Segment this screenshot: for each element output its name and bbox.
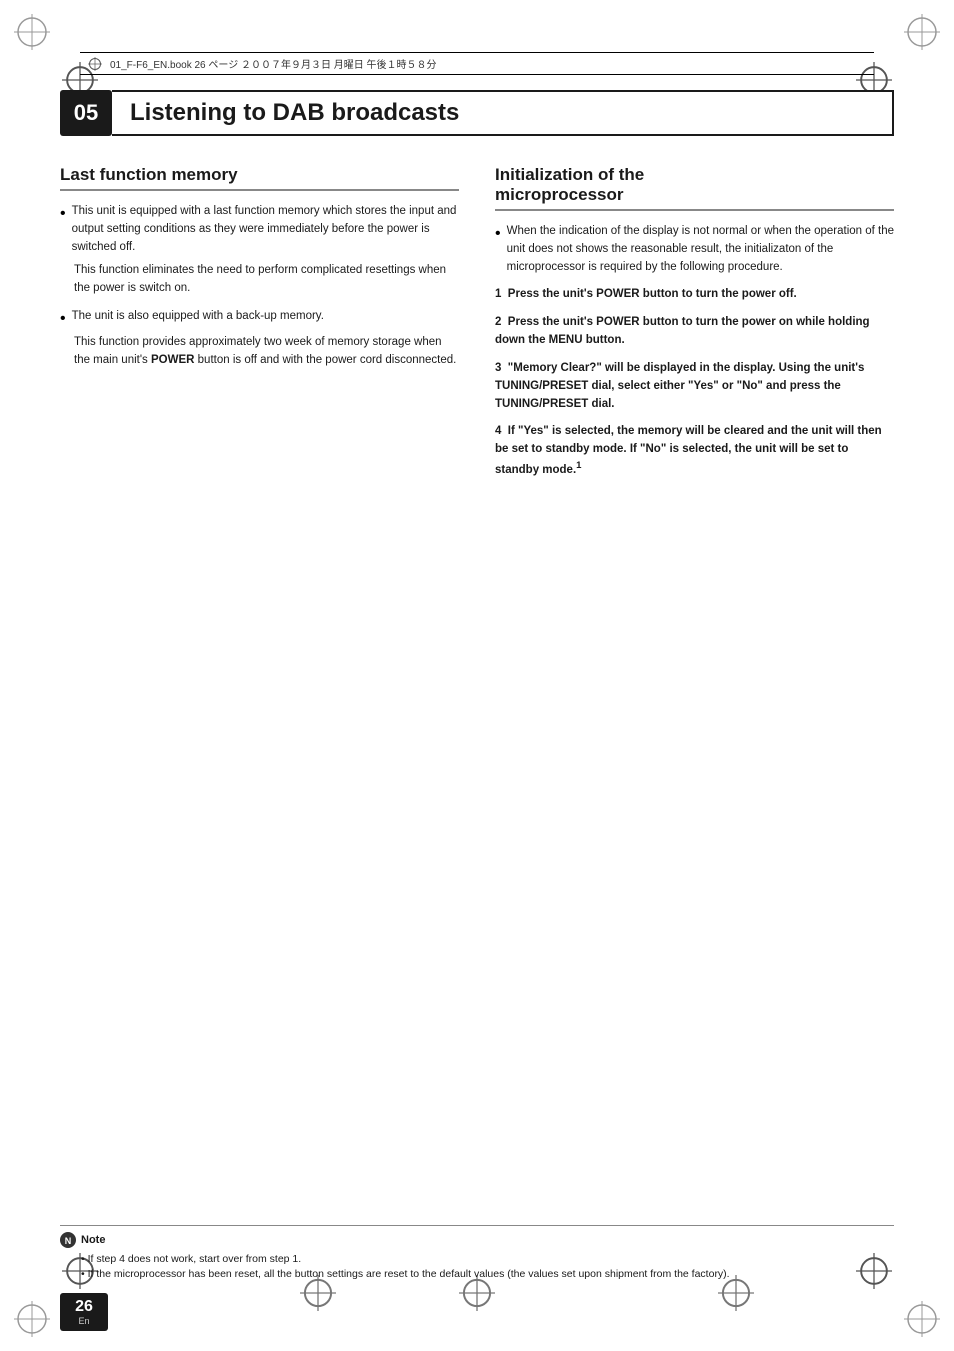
right-bullet-dot: •: [495, 225, 501, 276]
main-content: Last function memory • This unit is equi…: [60, 165, 894, 1221]
step-1: 1 Press the unit's POWER button to turn …: [495, 286, 894, 304]
file-info-bar: 01_F-F6_EN.book 26 ページ ２００７年９月３日 月曜日 午後１…: [80, 52, 874, 75]
left-indent-para-2: This function provides approximately two…: [60, 334, 459, 370]
page: 01_F-F6_EN.book 26 ページ ２００７年９月３日 月曜日 午後１…: [0, 0, 954, 1351]
steps-container: 1 Press the unit's POWER button to turn …: [495, 286, 894, 479]
note-item-2: • If the microprocessor has been reset, …: [60, 1267, 894, 1283]
right-intro-text: When the indication of the display is no…: [507, 223, 894, 276]
reg-mark-br: [904, 1301, 940, 1337]
left-column: Last function memory • This unit is equi…: [60, 165, 459, 490]
note-icon: N: [60, 1232, 76, 1248]
reg-mark-tl: [14, 14, 50, 50]
chapter-number: 05: [60, 90, 112, 136]
note-header: N Note: [60, 1232, 894, 1248]
step-1-number: 1: [495, 288, 501, 300]
step-3-text: 3 "Memory Clear?" will be displayed in t…: [495, 360, 894, 413]
step-2: 2 Press the unit's POWER button to turn …: [495, 314, 894, 350]
step-2-number: 2: [495, 316, 501, 328]
note-section: N Note • If step 4 does not work, start …: [60, 1225, 894, 1284]
left-section-title: Last function memory: [60, 165, 459, 191]
page-lang: En: [78, 1316, 89, 1326]
page-number-box: 26 En: [60, 1293, 108, 1331]
note-item-1: • If step 4 does not work, start over fr…: [60, 1252, 894, 1268]
reg-mark-bl: [14, 1301, 50, 1337]
two-column-layout: Last function memory • This unit is equi…: [60, 165, 894, 490]
left-indent-para-1: This function eliminates the need to per…: [60, 262, 459, 298]
right-intro-bullet: • When the indication of the display is …: [495, 223, 894, 276]
left-bullet-2-text: The unit is also equipped with a back-up…: [72, 308, 459, 328]
step-3: 3 "Memory Clear?" will be displayed in t…: [495, 360, 894, 413]
step-1-text: 1 Press the unit's POWER button to turn …: [495, 286, 894, 304]
step-4-text: 4 If "Yes" is selected, the memory will …: [495, 423, 894, 479]
right-column: Initialization of themicroprocessor • Wh…: [495, 165, 894, 490]
reg-mark-tr: [904, 14, 940, 50]
bullet-dot-2: •: [60, 310, 66, 328]
chapter-title-area: Listening to DAB broadcasts: [112, 90, 894, 136]
svg-text:N: N: [65, 1236, 72, 1246]
page-number: 26: [75, 1298, 93, 1316]
note-label: Note: [81, 1234, 105, 1246]
file-crosshair-icon: [88, 57, 102, 71]
left-bullet-2: • The unit is also equipped with a back-…: [60, 308, 459, 328]
left-bullet-1: • This unit is equipped with a last func…: [60, 203, 459, 256]
step-2-text: 2 Press the unit's POWER button to turn …: [495, 314, 894, 350]
step-4: 4 If "Yes" is selected, the memory will …: [495, 423, 894, 479]
chapter-title: Listening to DAB broadcasts: [130, 99, 459, 127]
step-3-number: 3: [495, 362, 501, 374]
step-4-number: 4: [495, 425, 501, 437]
bullet-dot-1: •: [60, 205, 66, 256]
right-section-title: Initialization of themicroprocessor: [495, 165, 894, 211]
left-bullet-1-text: This unit is equipped with a last functi…: [72, 203, 459, 256]
file-info-text: 01_F-F6_EN.book 26 ページ ２００７年９月３日 月曜日 午後１…: [110, 56, 437, 71]
chapter-header: 05 Listening to DAB broadcasts: [60, 90, 894, 136]
